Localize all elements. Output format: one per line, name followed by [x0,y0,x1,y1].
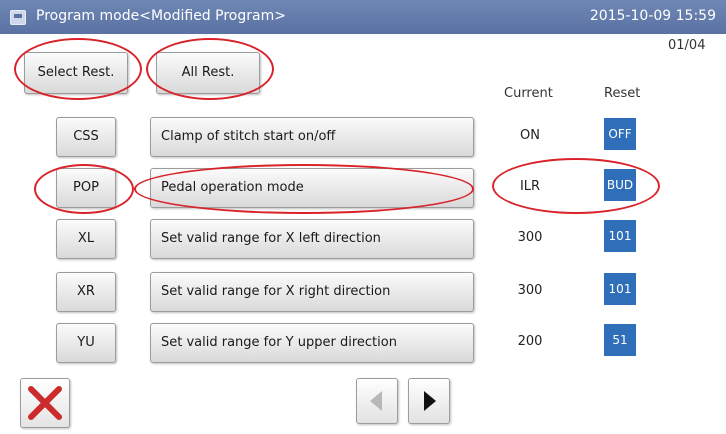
page-indicator: 01/04 [668,38,706,53]
param-code-label: CSS [73,129,99,144]
reset-value-label: 101 [608,229,632,243]
param-code-button[interactable]: XR [56,272,116,312]
current-value: ILR [519,179,541,194]
previous-page-button[interactable] [356,378,398,424]
select-rest-label: Select Rest. [37,65,115,80]
reset-value-label: 101 [608,282,632,296]
param-code-label: POP [73,180,99,195]
next-page-button[interactable] [408,378,450,424]
reset-value-box[interactable]: OFF [604,118,636,150]
param-description-label: Set valid range for Y upper direction [161,335,397,350]
all-rest-label: All Rest. [181,65,235,80]
param-description-button[interactable]: Set valid range for X left direction [150,219,474,259]
window-title: Program mode<Modified Program> [36,8,286,24]
reset-value-box[interactable]: 101 [604,220,636,252]
param-code-label: XL [77,231,95,246]
title-bar: Program mode<Modified Program> 2015-10-0… [0,0,726,34]
param-code-button[interactable]: POP [56,168,116,208]
datetime-display: 2015-10-09 15:59 [589,8,716,24]
reset-value-box[interactable]: 51 [604,324,636,356]
current-value: 300 [517,283,543,298]
param-description-label: Set valid range for X left direction [161,231,381,246]
param-code-button[interactable]: YU [56,323,116,363]
current-column-header: Current [504,86,553,101]
param-description-label: Pedal operation mode [161,180,304,195]
reset-value-box[interactable]: 101 [604,273,636,305]
window-icon [10,10,26,25]
param-description-label: Set valid range for X right direction [161,284,391,299]
param-code-label: XR [77,284,95,299]
reset-value-label: 51 [612,333,628,347]
all-rest-button[interactable]: All Rest. [156,52,260,94]
select-rest-button[interactable]: Select Rest. [24,52,128,94]
current-value: 200 [517,334,543,349]
triangle-left-icon [370,391,382,411]
param-code-label: YU [77,335,95,350]
triangle-right-icon [424,391,436,411]
param-description-label: Clamp of stitch start on/off [161,129,336,144]
param-code-button[interactable]: CSS [56,117,116,157]
param-description-button[interactable]: Clamp of stitch start on/off [150,117,474,157]
reset-value-label: OFF [608,127,632,141]
param-description-button[interactable]: Pedal operation mode [150,168,474,208]
current-value: 300 [517,230,543,245]
reset-value-label: BUD [606,178,634,192]
param-description-button[interactable]: Set valid range for X right direction [150,272,474,312]
param-code-button[interactable]: XL [56,219,116,259]
current-value: ON [520,128,540,143]
close-button[interactable] [20,378,70,428]
reset-column-header: Reset [604,86,641,101]
param-description-button[interactable]: Set valid range for Y upper direction [150,323,474,363]
close-x-icon [28,386,62,420]
reset-value-box[interactable]: BUD [604,169,636,201]
